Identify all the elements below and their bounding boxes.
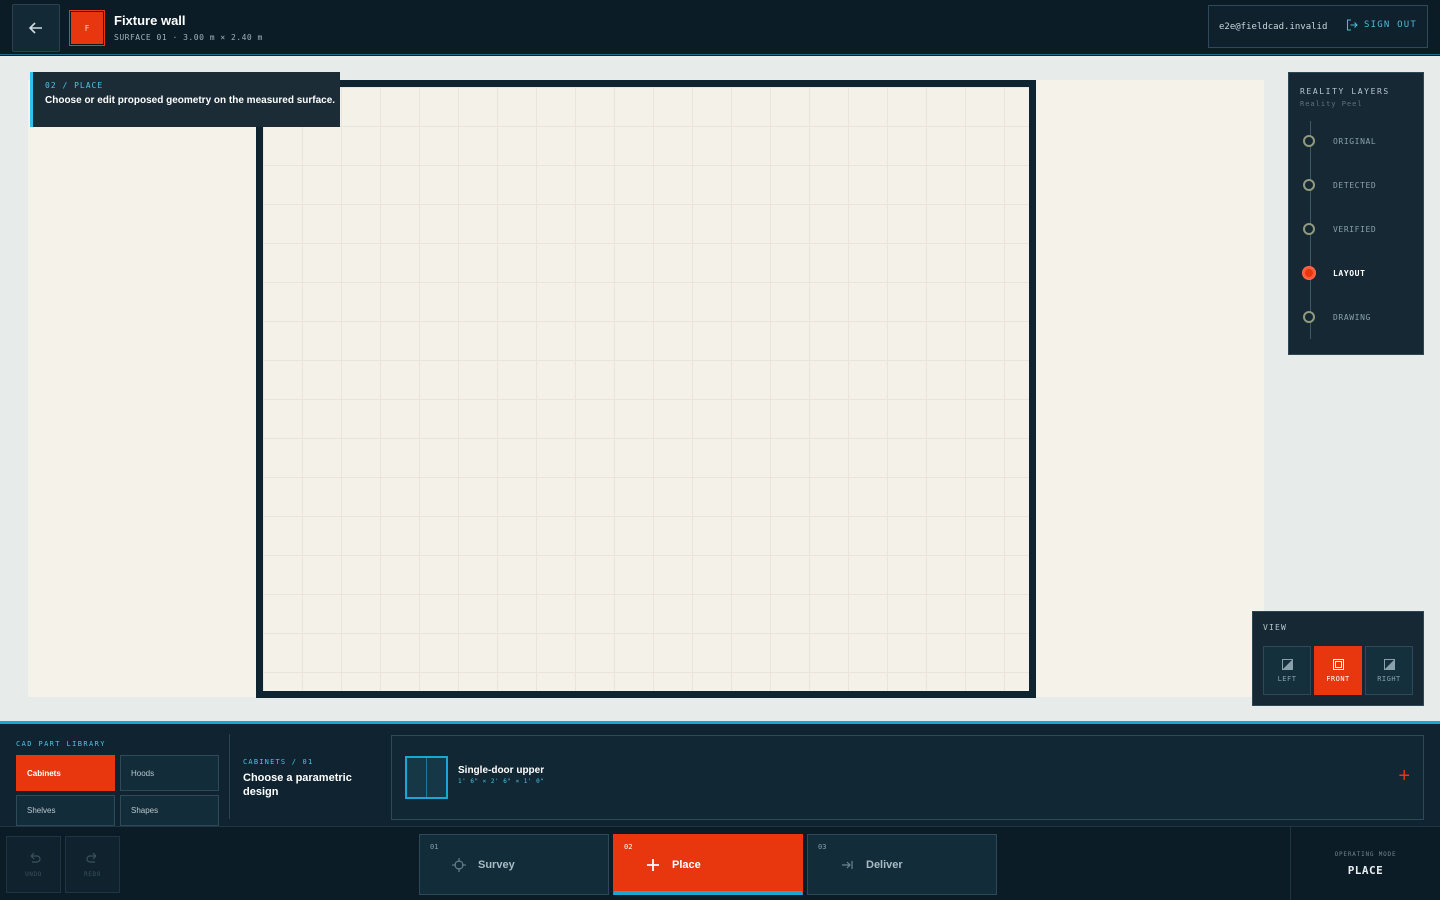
layer-layout[interactable]: LAYOUT xyxy=(1303,265,1366,281)
view-front-button[interactable]: FRONT xyxy=(1314,646,1362,695)
category-hoods[interactable]: Hoods xyxy=(120,755,219,791)
user-menu: e2e@fieldcad.invalid SIGN OUT xyxy=(1208,5,1428,48)
step-label: Survey xyxy=(478,859,515,871)
mode-value: PLACE xyxy=(1347,864,1384,877)
project-logo: F xyxy=(69,10,105,46)
view-right-label: RIGHT xyxy=(1377,674,1401,683)
layer-drawing[interactable]: DRAWING xyxy=(1303,309,1371,325)
layer-dot xyxy=(1303,135,1315,147)
operating-mode: OPERATING MODE PLACE xyxy=(1290,827,1440,900)
layer-dot xyxy=(1303,311,1315,323)
surface-info: SURFACE 01 · 3.00 m × 2.40 m xyxy=(114,33,263,42)
logo-letter: F xyxy=(84,23,90,33)
step-label: Deliver xyxy=(866,859,903,871)
sign-out-icon xyxy=(1346,19,1358,31)
view-left-icon xyxy=(1281,658,1293,670)
crosshair-icon xyxy=(452,858,466,872)
undo-icon xyxy=(30,852,41,863)
reality-layers-panel: REALITY LAYERS Reality Peel ORIGINAL DET… xyxy=(1288,72,1424,355)
step-label: Place xyxy=(672,859,701,871)
cabinet-thumbnail-icon xyxy=(405,756,448,799)
redo-button[interactable]: REDO xyxy=(65,836,120,893)
bottom-bar: UNDO REDO 01 Survey 02 Place 03 Deliver … xyxy=(0,826,1440,900)
page-title: Fixture wall xyxy=(114,13,186,28)
export-icon xyxy=(840,858,854,872)
layers-title: REALITY LAYERS xyxy=(1300,87,1390,96)
view-right-icon xyxy=(1383,658,1395,670)
undo-button[interactable]: UNDO xyxy=(6,836,61,893)
layer-label: LAYOUT xyxy=(1333,268,1366,278)
plus-icon xyxy=(646,858,660,872)
view-right-button[interactable]: RIGHT xyxy=(1365,646,1413,695)
view-left-label: LEFT xyxy=(1277,674,1297,683)
hint-text: Choose or edit proposed geometry on the … xyxy=(45,95,336,106)
step-hint: 02 / PLACE Choose or edit proposed geome… xyxy=(30,72,340,127)
design-dimensions: 1' 6" × 2' 6" × 1' 0" xyxy=(458,778,545,785)
hint-step: 02 / PLACE xyxy=(45,81,104,90)
layer-label: DETECTED xyxy=(1333,180,1377,190)
design-title: Choose a parametric design xyxy=(243,772,352,798)
design-card[interactable]: Single-door upper 1' 6" × 2' 6" × 1' 0" … xyxy=(391,735,1424,820)
step-survey[interactable]: 01 Survey xyxy=(419,834,609,895)
sign-out-label: SIGN OUT xyxy=(1364,20,1417,30)
sign-out-button[interactable]: SIGN OUT xyxy=(1346,19,1417,31)
redo-label: REDO xyxy=(84,871,101,878)
plus-icon[interactable]: + xyxy=(1398,764,1410,788)
layers-subtitle: Reality Peel xyxy=(1300,100,1363,108)
category-cabinets[interactable]: Cabinets xyxy=(16,755,115,791)
top-bar: F Fixture wall SURFACE 01 · 3.00 m × 2.4… xyxy=(0,0,1440,55)
user-email: e2e@fieldcad.invalid xyxy=(1219,21,1328,32)
layer-original[interactable]: ORIGINAL xyxy=(1303,133,1376,149)
layer-dot-active xyxy=(1303,267,1315,279)
view-front-icon xyxy=(1332,658,1344,670)
mode-label: OPERATING MODE xyxy=(1334,851,1397,858)
measured-surface[interactable] xyxy=(256,80,1036,698)
step-place[interactable]: 02 Place xyxy=(613,834,803,895)
redo-icon xyxy=(85,852,96,863)
view-title: VIEW xyxy=(1263,623,1288,632)
step-deliver[interactable]: 03 Deliver xyxy=(807,834,997,895)
library-title: CAD PART LIBRARY xyxy=(16,740,106,748)
layer-label: VERIFIED xyxy=(1333,224,1377,234)
design-step: CABINETS / 01 xyxy=(243,758,314,766)
category-shapes[interactable]: Shapes xyxy=(120,795,219,826)
layer-verified[interactable]: VERIFIED xyxy=(1303,221,1376,237)
undo-label: UNDO xyxy=(25,871,42,878)
layer-dot xyxy=(1303,223,1315,235)
step-number: 02 xyxy=(624,843,633,851)
layer-label: ORIGINAL xyxy=(1333,136,1377,146)
layer-detected[interactable]: DETECTED xyxy=(1303,177,1376,193)
step-number: 01 xyxy=(430,843,439,851)
part-library: CAD PART LIBRARY Cabinets Hoods Shelves … xyxy=(0,721,1440,826)
view-front-label: FRONT xyxy=(1326,674,1350,683)
layer-label: DRAWING xyxy=(1333,312,1371,322)
view-left-button[interactable]: LEFT xyxy=(1263,646,1311,695)
step-number: 03 xyxy=(818,843,827,851)
category-shelves[interactable]: Shelves xyxy=(16,795,115,826)
view-panel: VIEW LEFT FRONT RIGHT xyxy=(1252,611,1424,706)
back-button[interactable] xyxy=(12,4,60,52)
arrow-left-icon xyxy=(28,22,42,34)
library-divider xyxy=(229,734,230,819)
layer-dot xyxy=(1303,179,1315,191)
design-name: Single-door upper xyxy=(458,765,545,776)
